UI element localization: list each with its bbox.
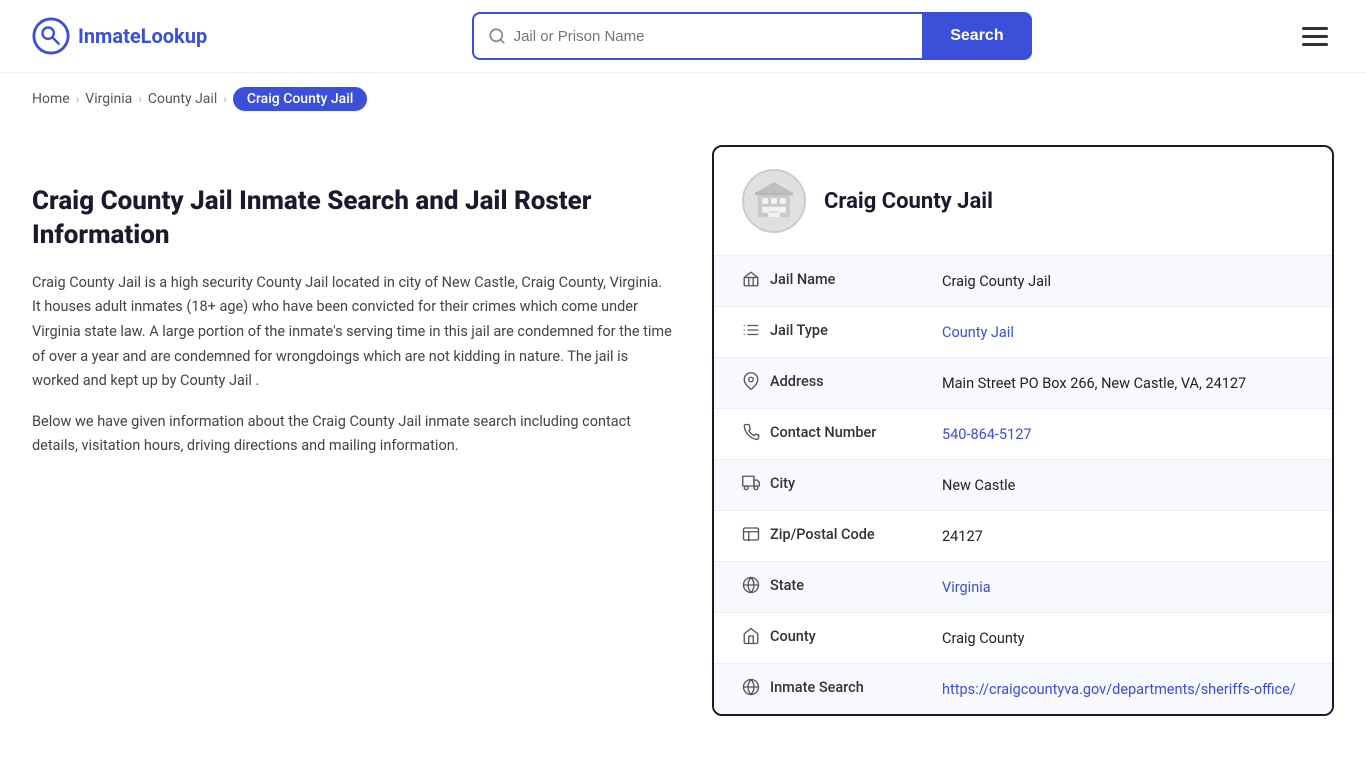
row-value: 24127 [914, 511, 1332, 562]
table-row: County Craig County [714, 613, 1332, 664]
building-icon [752, 179, 796, 223]
search-input-wrap [472, 12, 923, 60]
row-value[interactable]: 540-864-5127 [914, 409, 1332, 460]
row-link[interactable]: County Jail [942, 324, 1014, 341]
row-label: Contact Number [714, 409, 914, 460]
row-label: Jail Name [714, 256, 914, 307]
inmate-icon: Inmate Search [742, 678, 864, 696]
row-label: Address [714, 358, 914, 409]
type-icon: Jail Type [742, 321, 828, 339]
row-link[interactable]: https://craigcountyva.gov/departments/sh… [942, 681, 1296, 698]
description-paragraph-2: Below we have given information about th… [32, 410, 672, 459]
menu-button[interactable] [1296, 21, 1334, 52]
row-value: Craig County Jail [914, 256, 1332, 307]
breadcrumb-home[interactable]: Home [32, 91, 70, 107]
jail-icon: Jail Name [742, 270, 835, 288]
main-layout: Craig County Jail Inmate Search and Jail… [0, 125, 1366, 756]
chevron-icon: › [76, 92, 80, 106]
row-label: City [714, 460, 914, 511]
logo-link[interactable]: InmateLookup [32, 17, 207, 55]
search-button[interactable]: Search [922, 12, 1031, 60]
card-header: Craig County Jail [714, 147, 1332, 256]
breadcrumb-county-jail[interactable]: County Jail [148, 91, 217, 107]
row-value: New Castle [914, 460, 1332, 511]
row-value[interactable]: https://craigcountyva.gov/departments/sh… [914, 664, 1332, 715]
chevron-icon: › [138, 92, 142, 106]
breadcrumb: Home › Virginia › County Jail › Craig Co… [0, 73, 1366, 125]
row-label: County [714, 613, 914, 664]
county-icon: County [742, 627, 816, 645]
table-row: Contact Number 540-864-5127 [714, 409, 1332, 460]
hamburger-line [1302, 35, 1328, 38]
table-row: Jail Name Craig County Jail [714, 256, 1332, 307]
info-table: Jail Name Craig County Jail Jail Type Count… [714, 256, 1332, 714]
info-card: Craig County Jail Jail Name Craig County … [712, 145, 1334, 716]
row-label: Zip/Postal Code [714, 511, 914, 562]
address-icon: Address [742, 372, 824, 390]
breadcrumb-active: Craig County Jail [233, 87, 368, 111]
search-input[interactable] [514, 28, 909, 45]
table-row: State Virginia [714, 562, 1332, 613]
table-row: Jail Type County Jail [714, 307, 1332, 358]
search-icon [488, 27, 506, 45]
breadcrumb-virginia[interactable]: Virginia [85, 91, 132, 107]
description-paragraph-1: Craig County Jail is a high security Cou… [32, 271, 672, 394]
row-label: Inmate Search [714, 664, 914, 715]
row-value: Craig County [914, 613, 1332, 664]
row-label: State [714, 562, 914, 613]
table-row: City New Castle [714, 460, 1332, 511]
row-value[interactable]: Virginia [914, 562, 1332, 613]
table-row: Address Main Street PO Box 266, New Castl… [714, 358, 1332, 409]
site-header: InmateLookup Search [0, 0, 1366, 73]
hamburger-line [1302, 27, 1328, 30]
zip-icon: Zip/Postal Code [742, 525, 875, 543]
logo-text: InmateLookup [78, 24, 207, 48]
facility-avatar [742, 169, 806, 233]
hamburger-line [1302, 43, 1328, 46]
phone-icon: Contact Number [742, 423, 876, 441]
row-value[interactable]: County Jail [914, 307, 1332, 358]
row-link[interactable]: Virginia [942, 579, 991, 596]
city-icon: City [742, 474, 795, 492]
table-row: Inmate Search https://craigcountyva.gov/d… [714, 664, 1332, 715]
row-value: Main Street PO Box 266, New Castle, VA, … [914, 358, 1332, 409]
logo-icon [32, 17, 70, 55]
page-heading: Craig County Jail Inmate Search and Jail… [32, 185, 672, 253]
search-bar: Search [472, 12, 1032, 60]
row-link[interactable]: 540-864-5127 [942, 426, 1032, 443]
row-label: Jail Type [714, 307, 914, 358]
table-row: Zip/Postal Code 24127 [714, 511, 1332, 562]
state-icon: State [742, 576, 804, 594]
left-content: Craig County Jail Inmate Search and Jail… [32, 145, 672, 475]
card-facility-name: Craig County Jail [824, 189, 993, 214]
chevron-icon: › [223, 92, 227, 106]
